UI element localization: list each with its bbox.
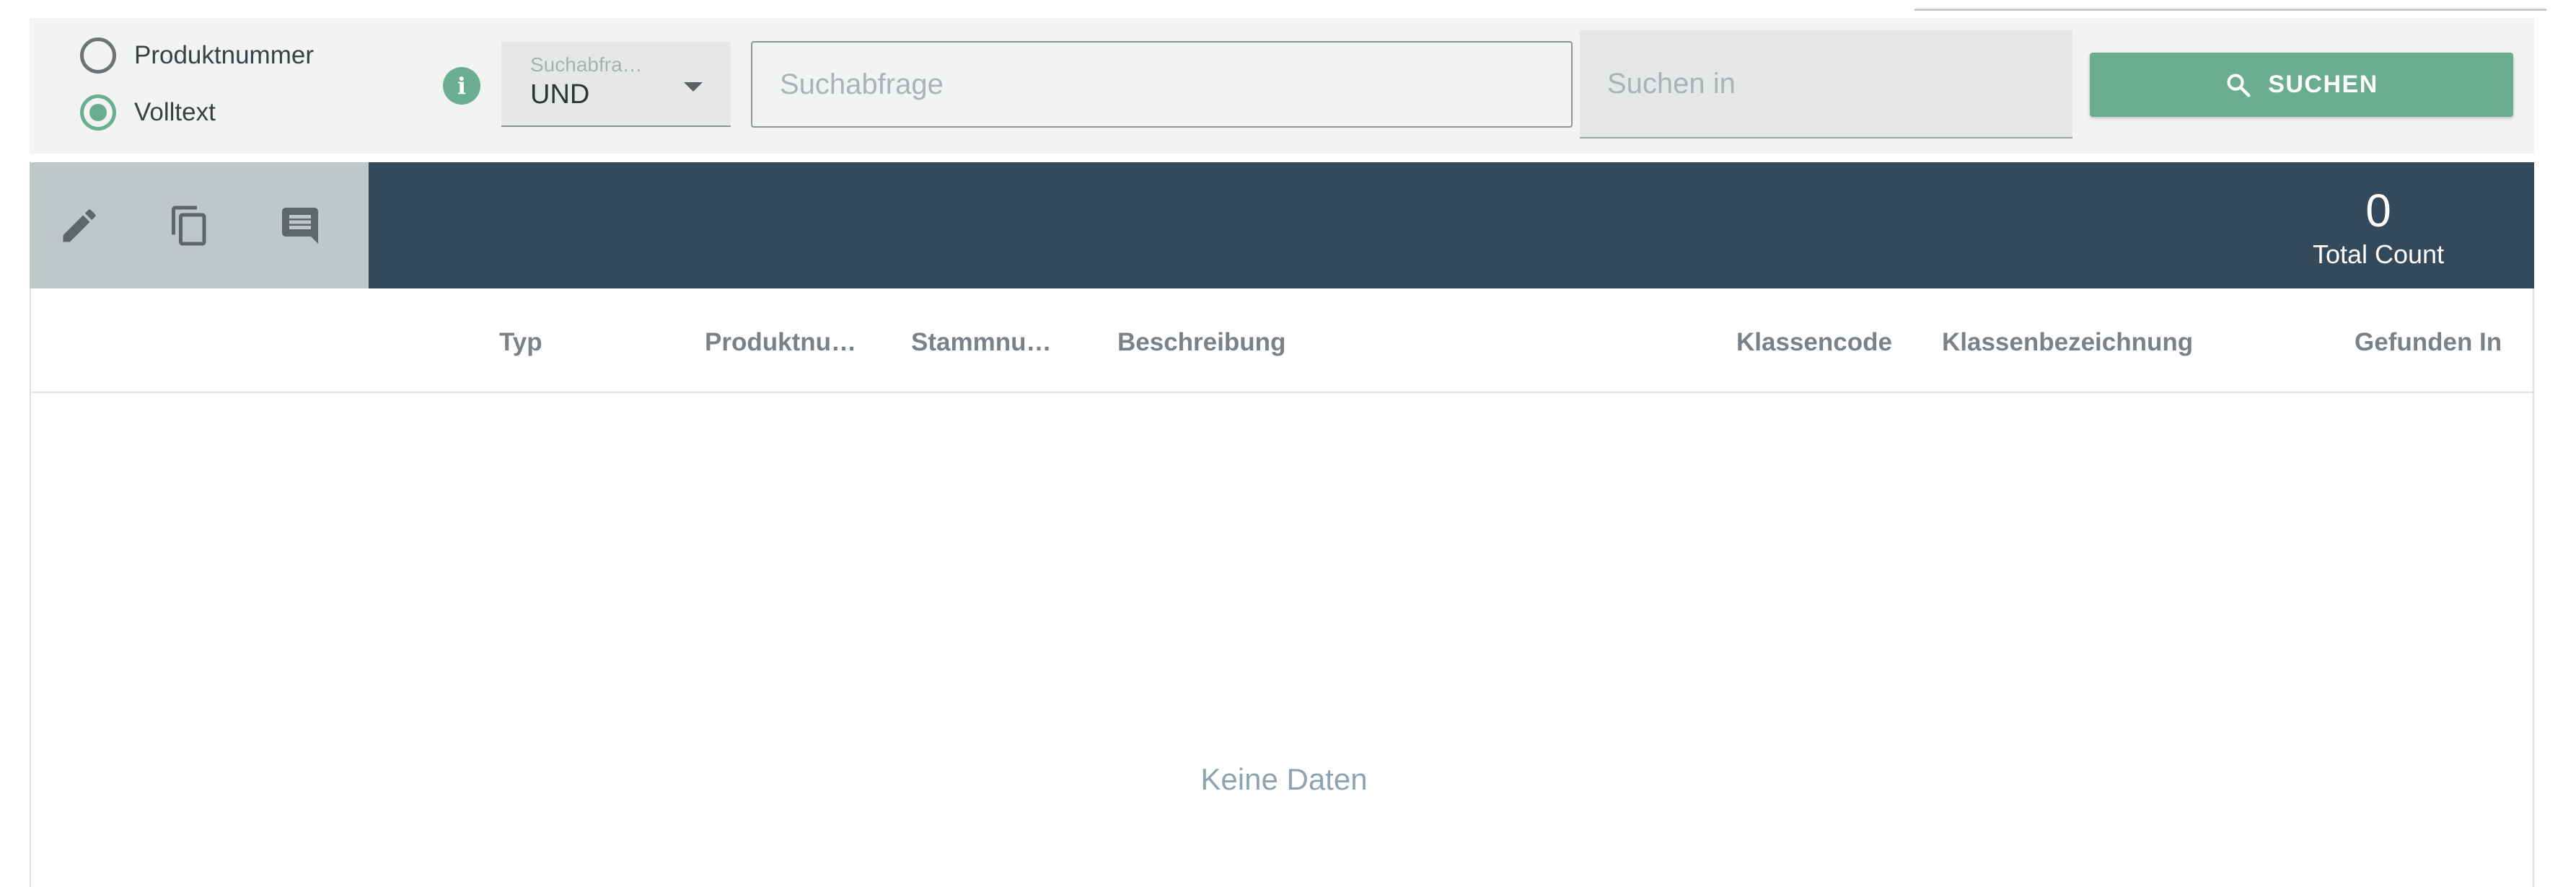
count-bar — [369, 162, 2534, 288]
operator-select[interactable]: Suchabfra… UND — [501, 42, 731, 127]
total-count-label: Total Count — [2312, 239, 2445, 269]
radio-label-produktnummer: Produktnummer — [134, 41, 314, 69]
top-divider-line — [1915, 9, 2546, 11]
radio-button-checked[interactable] — [80, 94, 116, 131]
radio-label-volltext: Volltext — [134, 98, 216, 126]
column-header-gefunden-in[interactable]: Gefunden In — [2355, 328, 2502, 357]
search-button-label: SUCHEN — [2268, 71, 2378, 98]
search-button[interactable]: SUCHEN — [2090, 53, 2513, 117]
column-header-stammnummer[interactable]: Stammnu… — [911, 328, 1051, 357]
column-header-produktnummer[interactable]: Produktnu… — [705, 328, 856, 357]
copy-icon[interactable] — [168, 204, 211, 247]
operator-select-label: Suchabfra… — [530, 53, 643, 76]
column-header-klassenbezeichnung[interactable]: Klassenbezeichnung — [1942, 328, 2193, 357]
edit-icon[interactable] — [58, 204, 101, 247]
search-icon — [2227, 73, 2251, 97]
info-icon[interactable]: i — [443, 67, 480, 105]
column-header-beschreibung[interactable]: Beschreibung — [1117, 328, 1285, 357]
comment-icon[interactable] — [278, 204, 322, 247]
operator-select-value: UND — [530, 79, 590, 110]
caret-down-icon — [684, 82, 703, 92]
empty-table-message: Keine Daten — [1200, 762, 1368, 796]
radio-produktnummer[interactable]: Produktnummer — [80, 37, 314, 74]
search-scope-field[interactable]: Suchen in — [1580, 30, 2072, 138]
search-scope-placeholder: Suchen in — [1607, 68, 1736, 100]
column-header-klassencode[interactable]: Klassencode — [1736, 328, 1892, 357]
radio-volltext[interactable]: Volltext — [80, 94, 216, 131]
query-input[interactable] — [751, 41, 1573, 128]
column-header-typ[interactable]: Typ — [499, 328, 542, 357]
total-count-value: 0 — [2365, 185, 2391, 237]
radio-button-unchecked[interactable] — [80, 37, 116, 74]
